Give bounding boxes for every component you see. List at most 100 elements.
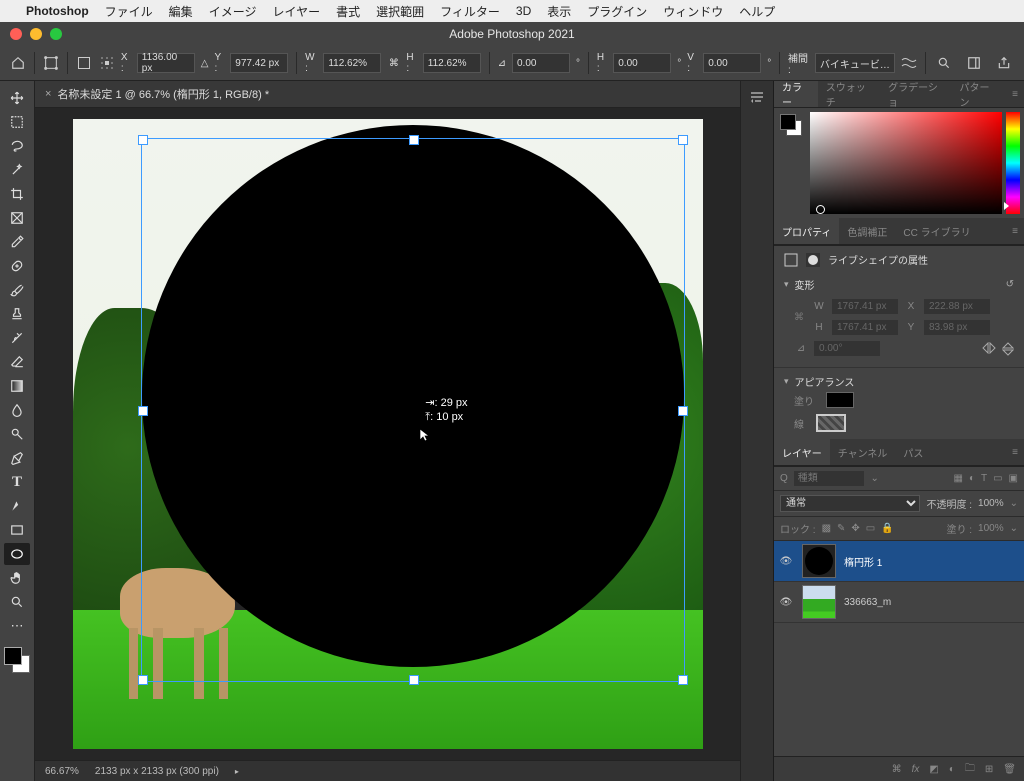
y-field[interactable]: 977.42 px — [230, 53, 288, 73]
flip-v-icon[interactable] — [1002, 342, 1014, 356]
handle-top-left[interactable] — [138, 135, 148, 145]
prop-angle-field[interactable]: 0.00° — [814, 341, 880, 356]
move-tool[interactable] — [4, 87, 30, 109]
lock-all-icon[interactable]: 🔒 — [881, 523, 893, 534]
h-field[interactable]: 112.62% — [423, 53, 481, 73]
filter-smart-icon[interactable]: ▣ — [1009, 473, 1018, 484]
lock-pixels-icon[interactable]: ▩ — [822, 523, 831, 534]
menu-edit[interactable]: 編集 — [169, 3, 193, 20]
tab-patterns[interactable]: パターン — [952, 81, 1005, 107]
hue-slider[interactable] — [1006, 112, 1020, 214]
menu-view[interactable]: 表示 — [547, 3, 571, 20]
menu-image[interactable]: イメージ — [209, 3, 257, 20]
menu-type[interactable]: 書式 — [336, 3, 360, 20]
lock-artboard-icon[interactable]: ▭ — [866, 523, 875, 534]
brush-tool[interactable] — [4, 279, 30, 301]
tab-adjustments[interactable]: 色調補正 — [839, 218, 895, 244]
lasso-tool[interactable] — [4, 135, 30, 157]
visibility-icon[interactable]: 👁 — [778, 597, 794, 608]
toolbar-swatch[interactable] — [4, 647, 30, 673]
interp-select[interactable]: バイキュービ… — [815, 53, 895, 73]
skew-h-field[interactable]: 0.00 — [613, 53, 671, 73]
panel-menu-icon[interactable]: ≡ — [1004, 439, 1024, 465]
opacity-value[interactable]: 100% — [978, 498, 1004, 509]
menu-plugins[interactable]: プラグイン — [587, 3, 647, 20]
frame-tool[interactable] — [4, 207, 30, 229]
new-layer-icon[interactable]: ⊞ — [985, 764, 993, 775]
prop-y-field[interactable]: 83.98 px — [924, 320, 990, 335]
toolbar-more[interactable]: ⋯ — [4, 615, 30, 637]
canvas[interactable]: ⇥: 29 px ⤒: 10 px — [73, 119, 703, 749]
tab-layers[interactable]: レイヤー — [774, 439, 830, 465]
ref-point-icon[interactable] — [76, 53, 92, 73]
menu-help[interactable]: ヘルプ — [739, 3, 775, 20]
link-wh-icon[interactable]: ⌘ — [387, 58, 400, 69]
group-icon[interactable]: 🗀 — [965, 761, 975, 778]
rotate-field[interactable]: 0.00 — [512, 53, 570, 73]
fill-swatch[interactable] — [826, 392, 854, 408]
handle-right[interactable] — [678, 406, 688, 416]
menu-filter[interactable]: フィルター — [440, 3, 500, 20]
x-field[interactable]: 1136.00 px — [137, 53, 195, 73]
layer-filter-input[interactable] — [794, 471, 865, 486]
warp-icon[interactable] — [901, 53, 917, 73]
ellipse-tool[interactable] — [4, 543, 30, 565]
path-tool[interactable] — [4, 495, 30, 517]
tab-swatches[interactable]: スウォッチ — [818, 81, 880, 107]
app-menu[interactable]: Photoshop — [26, 4, 89, 18]
handle-top-right[interactable] — [678, 135, 688, 145]
canvas-viewport[interactable]: ⇥: 29 px ⤒: 10 px — [35, 108, 740, 760]
marquee-tool[interactable] — [4, 111, 30, 133]
appearance-section-label[interactable]: アピアランス — [795, 374, 855, 389]
flip-h-icon[interactable] — [982, 342, 996, 356]
menu-3d[interactable]: 3D — [516, 4, 531, 18]
color-field[interactable] — [810, 112, 1002, 214]
handle-bottom-right[interactable] — [678, 675, 688, 685]
handle-top[interactable] — [409, 135, 419, 145]
menu-layer[interactable]: レイヤー — [272, 3, 320, 20]
layer-thumb[interactable] — [802, 585, 836, 619]
gradient-tool[interactable] — [4, 375, 30, 397]
status-chevron-icon[interactable]: ▸ — [235, 767, 239, 776]
filter-shape-icon[interactable]: ▭ — [993, 473, 1002, 484]
stamp-tool[interactable] — [4, 303, 30, 325]
eraser-tool[interactable] — [4, 351, 30, 373]
tab-cc-libraries[interactable]: CC ライブラリ — [895, 218, 978, 244]
hand-tool[interactable] — [4, 567, 30, 589]
w-field[interactable]: 112.62% — [323, 53, 381, 73]
healing-tool[interactable] — [4, 255, 30, 277]
crop-tool[interactable] — [4, 183, 30, 205]
visibility-icon[interactable]: 👁 — [778, 556, 794, 567]
layer-row[interactable]: 👁 楕円形 1 — [774, 541, 1024, 582]
workspace-icon[interactable] — [964, 53, 984, 73]
zoom-readout[interactable]: 66.67% — [45, 766, 79, 777]
layer-row[interactable]: 👁 336663_m — [774, 582, 1024, 623]
menu-window[interactable]: ウィンドウ — [663, 3, 723, 20]
layer-name[interactable]: 楕円形 1 — [844, 554, 882, 569]
type-tool[interactable]: T — [4, 471, 30, 493]
stroke-swatch[interactable] — [816, 414, 846, 432]
history-brush-tool[interactable] — [4, 327, 30, 349]
transform-bounding-box[interactable] — [142, 139, 684, 681]
menu-file[interactable]: ファイル — [105, 3, 153, 20]
mask-icon[interactable]: ◩ — [929, 764, 938, 775]
tab-color[interactable]: カラー — [774, 81, 818, 107]
fg-swatch[interactable] — [4, 647, 22, 665]
adjustment-icon[interactable]: ◐ — [949, 764, 955, 775]
zoom-tool[interactable] — [4, 591, 30, 613]
transform-tool-icon[interactable] — [43, 53, 59, 73]
reset-icon[interactable]: ↺ — [1006, 279, 1014, 290]
blur-tool[interactable] — [4, 399, 30, 421]
dodge-tool[interactable] — [4, 423, 30, 445]
prop-x-field[interactable]: 222.88 px — [924, 299, 990, 314]
handle-left[interactable] — [138, 406, 148, 416]
lock-brush-icon[interactable]: ✎ — [837, 523, 845, 534]
prop-w-field[interactable]: 1767.41 px — [832, 299, 898, 314]
handle-bottom-left[interactable] — [138, 675, 148, 685]
fx-icon[interactable]: fx — [912, 764, 920, 775]
link-layers-icon[interactable]: ⌘ — [892, 764, 902, 775]
pen-tool[interactable] — [4, 447, 30, 469]
search-icon[interactable] — [934, 53, 954, 73]
tab-properties[interactable]: プロパティ — [774, 218, 839, 244]
layer-thumb[interactable] — [802, 544, 836, 578]
